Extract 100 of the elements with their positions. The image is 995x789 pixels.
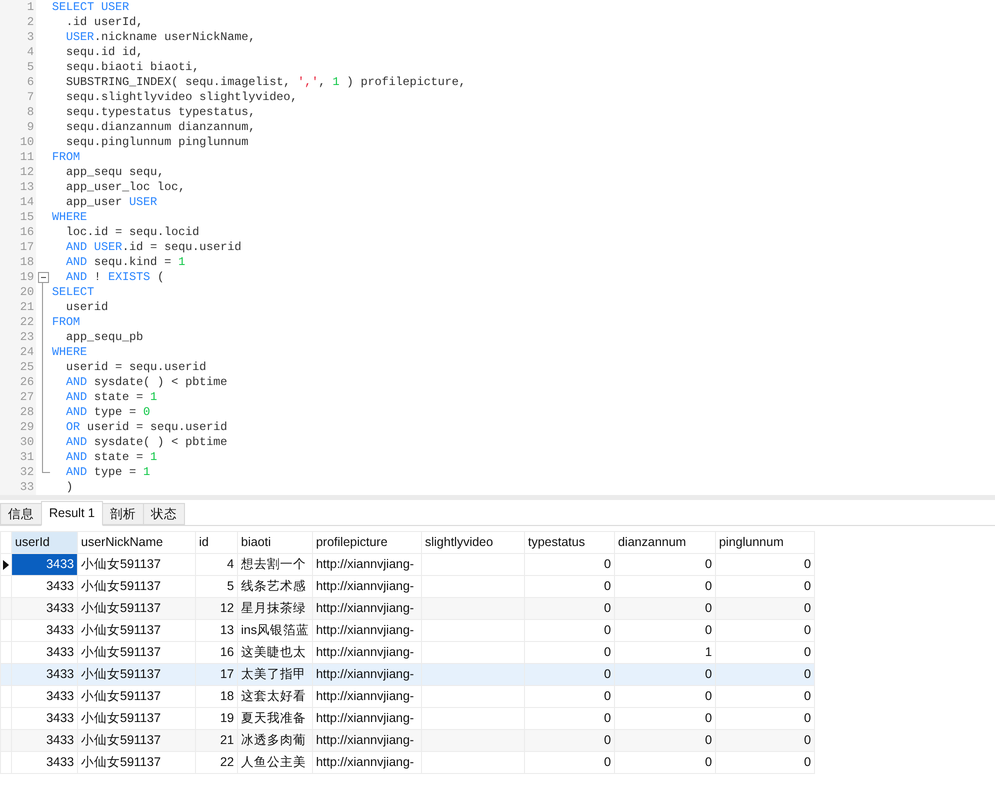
table-cell: 小仙女591137 xyxy=(78,686,196,708)
table-cell: http://xiannvjiang- xyxy=(312,686,422,708)
table-cell: 小仙女591137 xyxy=(78,620,196,642)
table-cell: 21 xyxy=(196,730,238,752)
line-number: 6 xyxy=(26,75,35,90)
table-cell: 这套太好看 xyxy=(238,686,312,708)
column-header[interactable]: userId xyxy=(12,532,78,554)
line-number: 19 xyxy=(20,270,35,285)
table-cell: http://xiannvjiang- xyxy=(312,554,422,576)
code-line: SELECT xyxy=(52,285,94,300)
line-number: 22 xyxy=(20,315,35,330)
table-cell: 0 xyxy=(614,730,716,752)
table-cell: 0 xyxy=(614,598,716,620)
table-cell: 小仙女591137 xyxy=(78,598,196,620)
result-tab[interactable]: 状态 xyxy=(142,503,185,525)
column-header[interactable]: pinglunnum xyxy=(715,532,814,554)
table-cell: 0 xyxy=(524,554,614,576)
line-number: 8 xyxy=(26,105,35,120)
line-number: 23 xyxy=(20,330,35,345)
line-number: 20 xyxy=(20,285,35,300)
code-line: ) xyxy=(65,480,74,495)
line-number: 4 xyxy=(26,45,35,60)
line-number: 33 xyxy=(20,480,35,495)
code-line: sequ.typestatus typestatus, xyxy=(65,105,256,120)
code-line: sequ.id id, xyxy=(65,45,144,60)
column-header[interactable]: slightlyvideo xyxy=(421,532,524,554)
column-header[interactable]: dianzannum xyxy=(614,532,716,554)
code-line: AND ! EXISTS ( xyxy=(65,270,164,285)
table-cell: 0 xyxy=(614,554,716,576)
table-cell: http://xiannvjiang- xyxy=(312,730,422,752)
table-cell: 0 xyxy=(715,686,814,708)
column-header[interactable]: id xyxy=(196,532,238,554)
code-line: userid xyxy=(65,300,108,315)
table-cell: 3433 xyxy=(12,664,78,686)
table-cell: 3433 xyxy=(12,752,78,774)
line-number: 18 xyxy=(20,255,35,270)
code-line: app_sequ sequ, xyxy=(65,165,164,180)
code-line: WHERE xyxy=(52,210,88,225)
table-cell: 12 xyxy=(196,598,238,620)
table-cell: 0 xyxy=(715,752,814,774)
table-cell: 人鱼公主美 xyxy=(238,752,312,774)
table-cell: 13 xyxy=(196,620,238,642)
code-line: WHERE xyxy=(52,345,88,360)
line-number: 12 xyxy=(20,165,35,180)
table-cell: 0 xyxy=(715,598,814,620)
code-line: .id userId, xyxy=(65,15,144,30)
line-number: 32 xyxy=(20,465,35,480)
column-header[interactable]: typestatus xyxy=(524,532,614,554)
line-number: 28 xyxy=(20,405,35,420)
table-cell: 0 xyxy=(524,664,614,686)
line-number: 25 xyxy=(20,360,35,375)
table-cell: 0 xyxy=(614,620,716,642)
line-number: 10 xyxy=(20,135,35,150)
table-cell: 0 xyxy=(524,686,614,708)
line-number: 29 xyxy=(20,420,35,435)
table-cell: 小仙女591137 xyxy=(78,752,196,774)
code-line: SELECT USER xyxy=(52,0,130,15)
code-line: AND state = 1 xyxy=(65,450,158,465)
table-cell: 0 xyxy=(715,554,814,576)
result-tab[interactable]: 信息 xyxy=(0,503,42,525)
line-number: 1 xyxy=(26,0,35,15)
table-cell: 3433 xyxy=(12,686,78,708)
table-cell: http://xiannvjiang- xyxy=(312,664,422,686)
table-cell: 太美了指甲 xyxy=(238,664,312,686)
table-cell: 0 xyxy=(524,730,614,752)
table-cell: 星月抹茶绿 xyxy=(238,598,312,620)
result-tab[interactable]: 剖析 xyxy=(102,503,144,525)
line-number: 26 xyxy=(20,375,35,390)
code-line: AND sysdate( ) < pbtime xyxy=(65,375,228,390)
code-line: app_sequ_pb xyxy=(65,330,144,345)
column-header[interactable]: userNickName xyxy=(78,532,196,554)
code-line: SUBSTRING_INDEX( sequ.imagelist, ',', 1 ) profilepicture, xyxy=(65,75,466,90)
table-cell: 0 xyxy=(614,686,716,708)
column-header[interactable]: biaoti xyxy=(238,532,312,554)
code-line: AND sequ.kind = 1 xyxy=(65,255,186,270)
table-cell: 18 xyxy=(196,686,238,708)
line-number: 24 xyxy=(20,345,35,360)
code-line: AND state = 1 xyxy=(65,390,158,405)
table-cell: 0 xyxy=(715,664,814,686)
line-number: 13 xyxy=(20,180,35,195)
table-cell: 冰透多肉葡 xyxy=(238,730,312,752)
line-number: 27 xyxy=(20,390,35,405)
code-line: AND USER.id = sequ.userid xyxy=(65,240,242,255)
line-number: 7 xyxy=(26,90,35,105)
table-cell: 小仙女591137 xyxy=(78,730,196,752)
code-line: sequ.slightlyvideo slightlyvideo, xyxy=(65,90,298,105)
table-cell: 小仙女591137 xyxy=(78,554,196,576)
table-cell: ins风银箔蓝 xyxy=(238,620,312,642)
table-cell: http://xiannvjiang- xyxy=(312,752,422,774)
line-number: 15 xyxy=(20,210,35,225)
line-number: 5 xyxy=(26,60,35,75)
table-cell: 0 xyxy=(524,620,614,642)
table-cell: 0 xyxy=(715,620,814,642)
collapse-icon[interactable] xyxy=(38,272,49,283)
result-tab[interactable]: Result 1 xyxy=(41,501,103,526)
column-header[interactable]: profilepicture xyxy=(312,532,422,554)
code-line: userid = sequ.userid xyxy=(65,360,206,375)
line-number: 21 xyxy=(20,300,35,315)
table-cell: 小仙女591137 xyxy=(78,664,196,686)
table-cell: 3433 xyxy=(12,730,78,752)
